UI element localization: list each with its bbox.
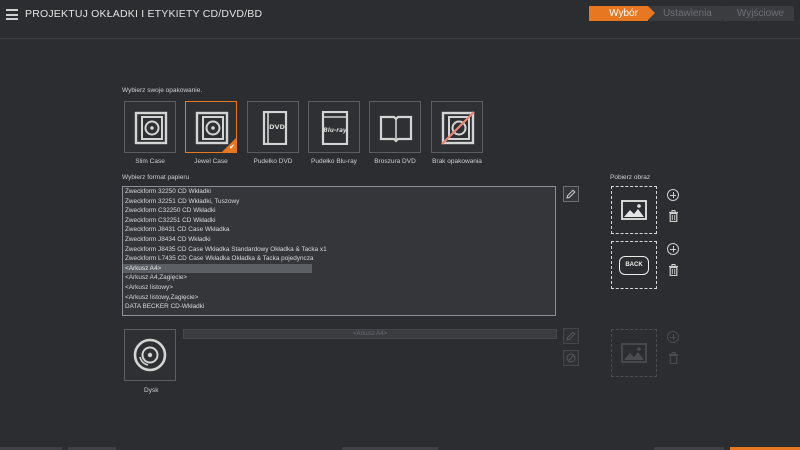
clear-disc-button[interactable]: [563, 350, 579, 366]
delete-back-image-button[interactable]: [668, 264, 679, 276]
edit-paper-button[interactable]: [563, 186, 579, 202]
image-icon: [621, 343, 647, 363]
back-image-slot[interactable]: BACK: [611, 241, 657, 289]
list-item[interactable]: Zweckform J8434 CD Wkładki: [123, 235, 555, 245]
step-ustawienia[interactable]: Ustawienia: [648, 6, 729, 21]
trash-icon: [669, 352, 678, 364]
svg-text:Blu-ray: Blu-ray: [323, 128, 347, 134]
trash-icon: [669, 264, 678, 276]
front-image-slot[interactable]: [611, 186, 657, 234]
delete-front-image-button[interactable]: [668, 210, 679, 222]
package-bluray-box[interactable]: Blu-ray: [308, 101, 360, 153]
list-item-selected[interactable]: <Arkusz A4>: [123, 263, 312, 274]
list-item[interactable]: DATA BECKER CD-Wkładki: [123, 302, 555, 312]
package-none[interactable]: [431, 101, 483, 153]
wizard-steps: Wybór Ustawienia Wyjściowe: [588, 6, 794, 21]
step-wyjsciowe[interactable]: Wyjściowe: [722, 6, 794, 21]
list-item[interactable]: <Arkusz listowy>: [123, 283, 555, 293]
add-front-image-button[interactable]: [667, 189, 679, 201]
disc-tile[interactable]: [124, 329, 176, 381]
list-item[interactable]: <Arkusz A4,Zagięcie>: [123, 273, 555, 283]
list-item[interactable]: <Arkusz listowy,Zagięcie>: [123, 293, 555, 303]
list-item[interactable]: Zweckform 32251 CD Wkładki, Tuszowy: [123, 197, 555, 207]
svg-text:DVD: DVD: [269, 123, 285, 131]
list-item[interactable]: Zweckform C32251 CD Wkładki: [123, 216, 555, 226]
no-packaging-icon: [441, 111, 475, 145]
pencil-icon: [566, 189, 576, 199]
package-label-slim: Slim Case: [135, 158, 165, 165]
add-back-image-button[interactable]: [667, 243, 679, 255]
add-disc-image-button[interactable]: [667, 331, 679, 343]
disc-label: Dysk: [144, 387, 159, 394]
list-item[interactable]: Zweckform L7435 CD Case Wkładka Okładka …: [123, 254, 555, 264]
package-dvd-box[interactable]: DVD: [247, 101, 299, 153]
check-icon: ✔: [229, 144, 235, 151]
app-title: PROJEKTUJ OKŁADKI I ETYKIETY CD/DVD/BD: [25, 8, 263, 20]
package-slim-case[interactable]: [124, 101, 176, 153]
no-entry-icon: [566, 353, 576, 363]
list-item[interactable]: Zweckform J8431 CD Case Wkładka: [123, 225, 555, 235]
paper-heading: Wybierz format papieru: [122, 174, 190, 181]
package-label-booklet: Broszura DVD: [374, 158, 416, 165]
delete-disc-image-button[interactable]: [668, 352, 679, 364]
step-wybor[interactable]: Wybór: [589, 6, 655, 21]
bluray-box-icon: Blu-ray: [321, 111, 349, 145]
package-label-none: Brak opakowania: [432, 158, 482, 165]
packaging-heading: Wybierz swoje opakowanie.: [122, 87, 203, 94]
back-label: BACK: [619, 256, 649, 275]
title-bar: PROJEKTUJ OKŁADKI I ETYKIETY CD/DVD/BD W…: [0, 0, 800, 30]
package-label-jewel: Jewel Case: [194, 158, 228, 165]
disc-paper-select[interactable]: <Arkusz A4>: [183, 329, 557, 339]
package-label-dvd: Pudełko DVD: [253, 158, 293, 165]
pencil-icon: [566, 331, 576, 341]
package-label-bluray: Pudełko Blu-ray: [311, 158, 357, 165]
image-heading: Pobierz obraz: [610, 174, 651, 181]
list-item[interactable]: Zweckform J8435 CD Case Wkładka Standard…: [123, 245, 555, 255]
image-icon: [621, 200, 647, 220]
package-booklet[interactable]: [369, 101, 421, 153]
edit-disc-paper-button[interactable]: [563, 328, 579, 344]
slim-case-icon: [134, 111, 168, 145]
list-item[interactable]: Zweckform C32250 CD Wkładki: [123, 206, 555, 216]
disc-image-slot[interactable]: [611, 329, 657, 377]
list-item[interactable]: Zweckform 32250 CD Wkładki: [123, 187, 555, 197]
disc-icon: [133, 338, 167, 372]
menu-icon[interactable]: [6, 9, 18, 20]
package-jewel-case[interactable]: ✔: [185, 101, 237, 153]
paper-format-list[interactable]: Zweckform 32250 CD Wkładki Zweckform 322…: [122, 186, 556, 316]
trash-icon: [669, 210, 678, 222]
header-divider: [0, 38, 800, 39]
booklet-icon: [379, 115, 413, 143]
dvd-box-icon: DVD: [262, 111, 288, 145]
